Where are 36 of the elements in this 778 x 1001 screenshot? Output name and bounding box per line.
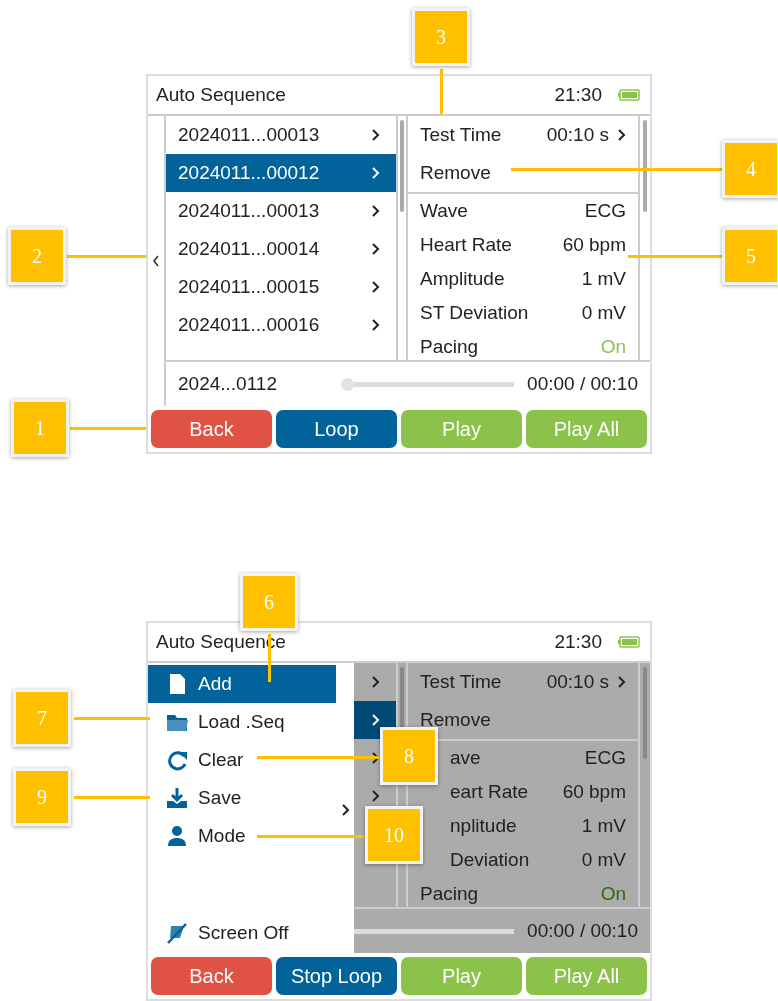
param-value: 0 mV <box>581 847 626 872</box>
callout-number: 6 <box>240 573 298 631</box>
callout-number: 7 <box>13 689 71 747</box>
param-value: 1 mV <box>581 813 626 838</box>
elapsed-time: 00:00 / 00:10 <box>527 918 638 943</box>
callout-number: 3 <box>412 8 470 66</box>
callout-number: 9 <box>13 768 71 826</box>
param-label: Heart Rate <box>420 232 512 257</box>
callout-number: 1 <box>11 399 69 457</box>
param-label: ST Deviation <box>420 300 529 325</box>
screen-title: Auto Sequence <box>156 82 286 107</box>
param-value: On <box>600 334 626 359</box>
param-label: ave <box>449 745 481 770</box>
param-label: nplitude <box>449 813 517 838</box>
param-label: Amplitude <box>420 266 505 291</box>
param-value: 60 bpm <box>562 779 626 804</box>
elapsed-time: 00:00 / 00:10 <box>527 371 638 396</box>
param-value: ECG <box>584 198 626 223</box>
clock-time: 21:30 <box>554 82 602 107</box>
param-value: On <box>600 881 626 906</box>
callout-number: 5 <box>722 227 778 285</box>
param-value: 1 mV <box>581 266 626 291</box>
param-label: Wave <box>420 198 468 223</box>
param-value: ECG <box>584 745 626 770</box>
callout-number: 8 <box>380 727 438 785</box>
param-label: Pacing <box>420 881 479 906</box>
param-value: 0 mV <box>581 300 626 325</box>
param-label: Pacing <box>420 334 479 359</box>
file-name: 2024...0112 <box>178 371 277 396</box>
callout-number: 4 <box>722 140 778 198</box>
param-label: eart Rate <box>449 779 529 804</box>
clock-time: 21:30 <box>554 629 602 654</box>
callout-number: 10 <box>365 806 423 864</box>
callout-number: 2 <box>8 227 66 285</box>
param-value: 60 bpm <box>562 232 626 257</box>
param-label: Deviation <box>449 847 530 872</box>
